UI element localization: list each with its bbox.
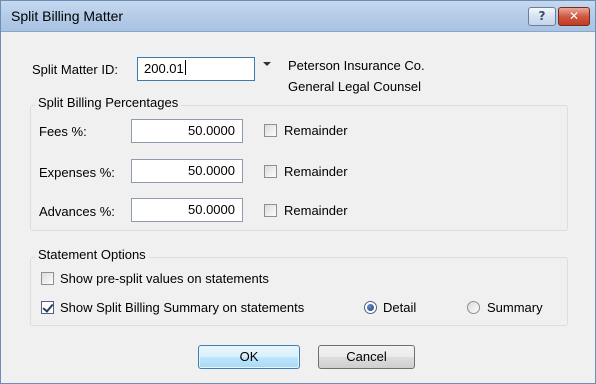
client-name: Peterson Insurance Co. bbox=[288, 58, 425, 73]
statement-options-group bbox=[30, 257, 568, 326]
text-caret bbox=[184, 60, 186, 75]
expenses-remainder-label[interactable]: Remainder bbox=[284, 164, 348, 179]
fees-remainder-checkbox[interactable] bbox=[264, 124, 277, 137]
ok-button[interactable]: OK bbox=[198, 345, 300, 369]
fees-remainder-label[interactable]: Remainder bbox=[284, 123, 348, 138]
split-billing-percentages-title: Split Billing Percentages bbox=[35, 95, 182, 110]
close-icon: ✕ bbox=[568, 9, 580, 23]
expenses-percent-label: Expenses %: bbox=[39, 165, 115, 180]
detail-radio-label[interactable]: Detail bbox=[383, 300, 416, 315]
summary-radio[interactable] bbox=[467, 301, 480, 314]
split-matter-id-label: Split Matter ID: bbox=[32, 62, 118, 77]
split-matter-id-value: 200.01 bbox=[144, 61, 184, 76]
split-matter-id-input[interactable]: 200.01 bbox=[137, 57, 255, 81]
chevron-down-icon[interactable] bbox=[263, 62, 271, 66]
expenses-remainder-checkbox[interactable] bbox=[264, 165, 277, 178]
advances-remainder-checkbox[interactable] bbox=[264, 204, 277, 217]
expenses-percent-input[interactable]: 50.0000 bbox=[131, 159, 243, 183]
help-icon: ? bbox=[538, 9, 546, 23]
radio-dot-icon bbox=[367, 304, 374, 311]
show-summary-checkbox[interactable] bbox=[41, 301, 54, 314]
show-summary-label[interactable]: Show Split Billing Summary on statements bbox=[60, 300, 304, 315]
fees-percent-label: Fees %: bbox=[39, 124, 87, 139]
title-bar[interactable]: Split Billing Matter ? ✕ bbox=[1, 1, 595, 32]
show-pre-split-checkbox[interactable] bbox=[41, 272, 54, 285]
advances-remainder-label[interactable]: Remainder bbox=[284, 203, 348, 218]
summary-radio-label[interactable]: Summary bbox=[487, 300, 543, 315]
detail-radio[interactable] bbox=[364, 301, 377, 314]
close-button[interactable]: ✕ bbox=[558, 7, 590, 26]
show-pre-split-label[interactable]: Show pre-split values on statements bbox=[60, 271, 269, 286]
split-billing-dialog: Split Billing Matter ? ✕ Split Matter ID… bbox=[0, 0, 596, 384]
fees-percent-input[interactable]: 50.0000 bbox=[131, 119, 243, 143]
help-button[interactable]: ? bbox=[528, 7, 556, 26]
checkmark-icon bbox=[42, 301, 54, 313]
advances-percent-label: Advances %: bbox=[39, 204, 115, 219]
matter-description: General Legal Counsel bbox=[288, 79, 421, 94]
statement-options-title: Statement Options bbox=[35, 247, 149, 262]
advances-percent-input[interactable]: 50.0000 bbox=[131, 198, 243, 222]
cancel-button[interactable]: Cancel bbox=[318, 345, 415, 369]
window-title: Split Billing Matter bbox=[11, 8, 124, 24]
